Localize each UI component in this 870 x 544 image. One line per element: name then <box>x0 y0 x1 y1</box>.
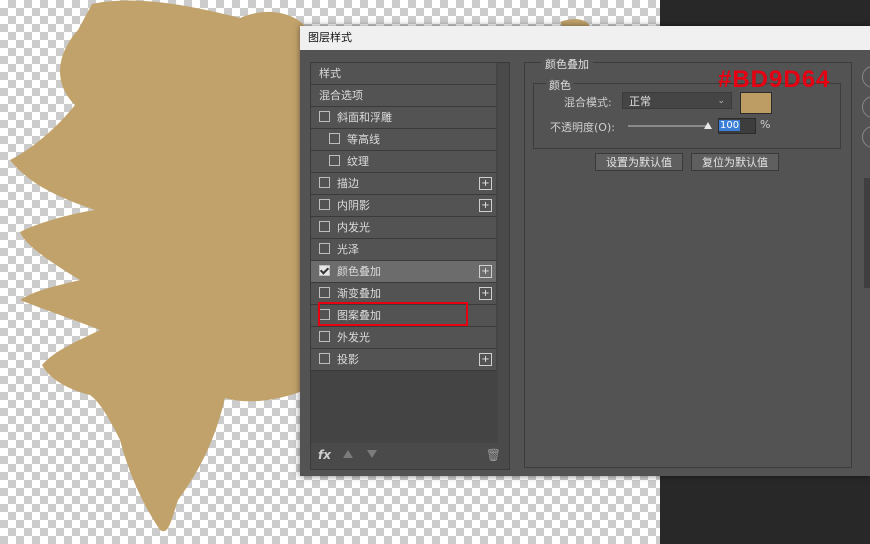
style-item-satin[interactable]: 光泽 <box>311 239 496 261</box>
style-item-label: 投影 <box>337 353 359 366</box>
arrow-down-icon[interactable] <box>367 450 377 458</box>
style-item-drop-shadow[interactable]: 投影 + <box>311 349 496 371</box>
fx-icon[interactable]: fx <box>318 448 331 462</box>
style-item-blending-options[interactable]: 混合选项 <box>311 85 496 107</box>
style-item-label: 颜色叠加 <box>337 265 381 278</box>
style-item-label: 等高线 <box>347 133 380 146</box>
style-item-inner-shadow[interactable]: 内阴影 + <box>311 195 496 217</box>
blend-mode-label: 混合模式: <box>564 96 612 109</box>
add-drop-shadow-plus-icon[interactable]: + <box>479 353 492 366</box>
add-stroke-plus-icon[interactable]: + <box>479 177 492 190</box>
blend-mode-value: 正常 <box>629 95 651 108</box>
style-item-label: 渐变叠加 <box>337 287 381 300</box>
color-overlay-highlight-box <box>318 302 468 326</box>
style-item-label: 光泽 <box>337 243 359 256</box>
style-item-label: 纹理 <box>347 155 369 168</box>
hex-color-annotation: #BD9D64 <box>718 66 831 93</box>
opacity-label: 不透明度(O): <box>550 121 615 134</box>
style-item-label: 外发光 <box>337 331 370 344</box>
color-overlay-panel: 颜色叠加 颜色 混合模式: 正常 ⌄ 不透明度(O): 100 % 设置为默认值… <box>524 56 852 468</box>
color-sub-group-title: 颜色 <box>546 77 574 93</box>
arrow-up-icon[interactable] <box>343 450 353 458</box>
trash-icon[interactable]: 🗑 <box>486 448 501 462</box>
opacity-unit: % <box>760 118 771 131</box>
chevron-down-icon: ⌄ <box>717 96 725 106</box>
set-default-button[interactable]: 设置为默认值 <box>595 153 683 171</box>
reset-default-button[interactable]: 复位为默认值 <box>691 153 779 171</box>
color-overlay-group-title: 颜色叠加 <box>541 56 593 72</box>
opacity-value: 100 <box>719 120 741 131</box>
style-item-stroke[interactable]: 描边 + <box>311 173 496 195</box>
inner-shadow-checkbox[interactable] <box>319 199 330 210</box>
color-overlay-checkbox[interactable] <box>319 265 330 276</box>
texture-checkbox[interactable] <box>329 155 340 166</box>
dialog-title: 图层样式 <box>300 26 870 50</box>
style-item-label: 混合选项 <box>319 89 363 102</box>
style-item-label: 内发光 <box>337 221 370 234</box>
add-inner-shadow-plus-icon[interactable]: + <box>479 199 492 212</box>
add-color-overlay-plus-icon[interactable]: + <box>479 265 492 278</box>
style-list-scrollbar[interactable] <box>498 63 509 443</box>
style-item-label: 斜面和浮雕 <box>337 111 392 124</box>
opacity-slider-track[interactable] <box>628 125 710 127</box>
add-gradient-overlay-plus-icon[interactable]: + <box>479 287 492 300</box>
style-item-color-overlay[interactable]: 颜色叠加 + <box>311 261 496 283</box>
style-item-inner-glow[interactable]: 内发光 <box>311 217 496 239</box>
stroke-checkbox[interactable] <box>319 177 330 188</box>
opacity-slider-handle[interactable] <box>704 122 712 129</box>
drop-shadow-checkbox[interactable] <box>319 353 330 364</box>
style-list-footer: fx 🗑 <box>311 443 509 469</box>
outer-glow-checkbox[interactable] <box>319 331 330 342</box>
style-item-bevel-emboss[interactable]: 斜面和浮雕 <box>311 107 496 129</box>
gradient-overlay-checkbox[interactable] <box>319 287 330 298</box>
style-item-texture[interactable]: 纹理 <box>311 151 496 173</box>
opacity-input[interactable]: 100 <box>718 118 756 134</box>
style-item-label: 样式 <box>319 67 341 80</box>
blend-mode-select[interactable]: 正常 ⌄ <box>622 92 732 109</box>
style-item-styles[interactable]: 样式 <box>311 63 496 85</box>
side-preview-bar <box>864 178 870 288</box>
overlay-color-swatch[interactable] <box>740 92 772 114</box>
style-item-label: 内阴影 <box>337 199 370 212</box>
bevel-emboss-checkbox[interactable] <box>319 111 330 122</box>
satin-checkbox[interactable] <box>319 243 330 254</box>
style-item-label: 描边 <box>337 177 359 190</box>
contour-checkbox[interactable] <box>329 133 340 144</box>
inner-glow-checkbox[interactable] <box>319 221 330 232</box>
style-item-contour[interactable]: 等高线 <box>311 129 496 151</box>
style-list: 样式 混合选项 斜面和浮雕 等高线 纹理 描边 + 内阴影 + 内发光 光泽 颜… <box>310 62 510 470</box>
style-item-outer-glow[interactable]: 外发光 <box>311 327 496 349</box>
